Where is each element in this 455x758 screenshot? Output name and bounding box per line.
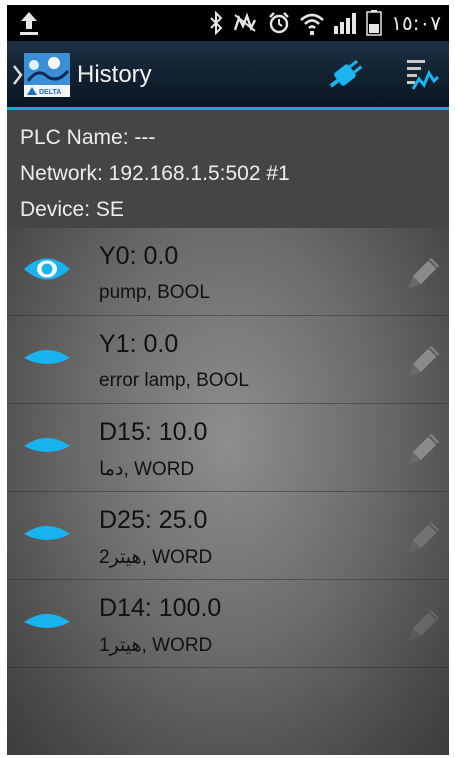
- status-bar: ١٥:٠٧: [7, 5, 449, 41]
- plc-name: PLC Name: ---: [20, 126, 156, 149]
- connect-plug-icon[interactable]: [325, 58, 365, 92]
- list-item[interactable]: D14: 100.0 هيتر1, WORD: [7, 580, 449, 668]
- pencil-icon[interactable]: [403, 428, 441, 466]
- tag-value: D15: 10.0: [99, 418, 208, 446]
- eye-closed-icon[interactable]: [22, 606, 72, 636]
- phone-screen: ١٥:٠٧ DELTA History PLC Name: --- Networ…: [7, 5, 449, 755]
- pencil-icon[interactable]: [403, 252, 441, 290]
- tag-description: error lamp, BOOL: [99, 370, 249, 391]
- eye-closed-icon[interactable]: [22, 430, 72, 460]
- upload-icon: [20, 12, 38, 35]
- eye-closed-icon[interactable]: [22, 518, 72, 548]
- pencil-icon[interactable]: [403, 516, 441, 554]
- battery-icon: [366, 10, 383, 36]
- list-item[interactable]: D25: 25.0 هيتر2, WORD: [7, 492, 449, 580]
- network-address: Network: 192.168.1.5:502 #1: [20, 162, 290, 185]
- eye-open-icon[interactable]: [22, 254, 72, 284]
- pencil-icon[interactable]: [403, 604, 441, 642]
- list-item[interactable]: D15: 10.0 دما, WORD: [7, 404, 449, 492]
- app-logo[interactable]: DELTA: [24, 53, 70, 97]
- tag-value: Y1: 0.0: [99, 330, 179, 358]
- page-title: History: [77, 61, 152, 88]
- vibrate-icon: [234, 12, 257, 32]
- list-item[interactable]: Y0: 0.0 pump, BOOL: [7, 228, 449, 316]
- tag-value: Y0: 0.0: [99, 242, 179, 270]
- logo-text: DELTA: [39, 89, 61, 96]
- status-time: ١٥:٠٧: [391, 11, 441, 35]
- tag-value: D14: 100.0: [99, 594, 222, 622]
- tag-description: هيتر2, WORD: [99, 547, 213, 568]
- plc-info-panel: PLC Name: --- Network: 192.168.1.5:502 #…: [7, 110, 449, 228]
- alarm-icon: [269, 12, 290, 34]
- back-chevron-icon[interactable]: [11, 63, 23, 87]
- tag-value: D25: 25.0: [99, 506, 208, 534]
- device-name: Device: SE: [20, 198, 124, 221]
- tag-list: Y0: 0.0 pump, BOOL Y1: 0.0 error lamp, B…: [7, 228, 449, 755]
- tag-description: هيتر1, WORD: [99, 635, 213, 656]
- list-item[interactable]: Y1: 0.0 error lamp, BOOL: [7, 316, 449, 404]
- wifi-icon: [300, 13, 325, 35]
- signal-icon: [334, 13, 357, 34]
- action-bar: DELTA History: [7, 41, 449, 110]
- bluetooth-icon: [210, 11, 223, 35]
- eye-closed-icon[interactable]: [22, 342, 72, 372]
- pencil-icon[interactable]: [403, 340, 441, 378]
- tag-description: دما, WORD: [99, 459, 195, 480]
- chart-icon[interactable]: [405, 57, 439, 93]
- tag-description: pump, BOOL: [99, 282, 210, 303]
